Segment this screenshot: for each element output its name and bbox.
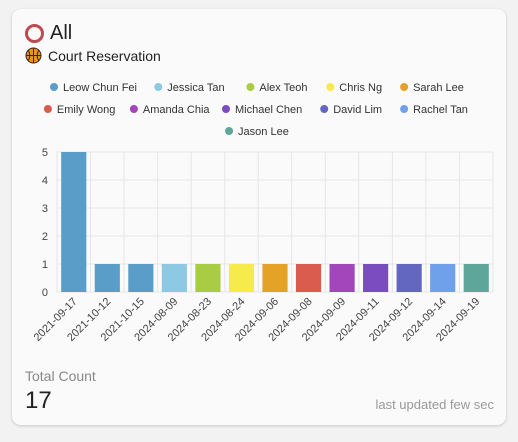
y-tick-label: 4 [42, 175, 48, 187]
chart-card: All Court Reservation Leow Chun Fei Jessi… [12, 9, 506, 425]
y-tick-label: 5 [42, 147, 48, 159]
bar [161, 264, 187, 292]
y-tick-label: 2 [42, 231, 48, 243]
bar [228, 264, 255, 292]
last-updated-text: last updated few sec [375, 397, 494, 412]
legend-label: Chris Ng [339, 82, 382, 94]
bar [396, 264, 422, 292]
legend-label: Jessica Tan [167, 82, 224, 94]
legend-label: Sarah Lee [413, 82, 464, 94]
bar [363, 264, 389, 292]
legend-label: Emily Wong [57, 104, 115, 116]
legend-label: Rachel Tan [413, 104, 468, 116]
bar [262, 264, 288, 292]
bar [61, 152, 87, 292]
legend-label: Leow Chun Fei [63, 82, 137, 94]
legend-swatch [50, 83, 58, 91]
legend-swatch [246, 83, 255, 91]
bar [295, 264, 322, 292]
bar [329, 264, 355, 292]
legend-swatch [129, 105, 138, 113]
legend-swatch [43, 105, 52, 113]
legend-swatch [320, 105, 329, 113]
legend-swatch [154, 83, 163, 91]
legend-label: Jason Lee [238, 126, 289, 138]
legend-label: Michael Chen [235, 104, 302, 116]
total-count-value: 17 [25, 387, 52, 414]
bar [463, 264, 489, 292]
bar [430, 264, 456, 292]
legend-label: David Lim [333, 104, 382, 116]
bar-chart: Leow Chun Fei Jessica Tan Alex Teoh Chris N… [32, 82, 494, 344]
bar [94, 264, 120, 292]
total-count-label: Total Count [25, 368, 96, 384]
legend-swatch [326, 83, 335, 91]
y-tick-label: 0 [42, 287, 48, 299]
legend-swatch [225, 127, 234, 135]
bar [128, 264, 154, 292]
legend-swatch [222, 105, 230, 113]
legend-swatch [400, 105, 409, 113]
legend-swatch [400, 83, 409, 91]
y-tick-label: 1 [42, 259, 48, 271]
legend-label: Amanda Chia [143, 104, 211, 116]
legend-label: Alex Teoh [259, 82, 307, 94]
bar [195, 264, 221, 292]
y-tick-label: 3 [42, 203, 48, 215]
